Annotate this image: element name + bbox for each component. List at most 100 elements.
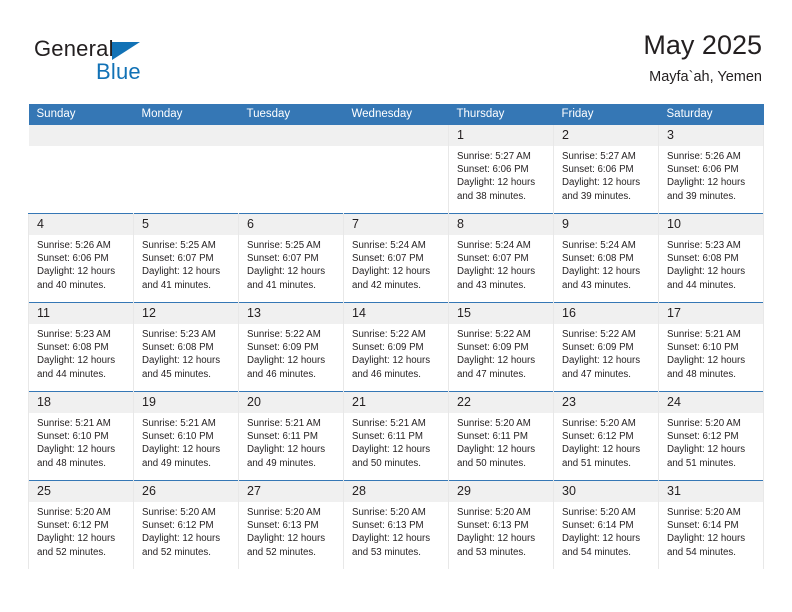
sunset-text: Sunset: 6:09 PM (457, 342, 529, 354)
sunrise-text: Sunrise: 5:26 AM (37, 240, 111, 251)
calendar-day-cell[interactable]: 8 Sunrise: 5:24 AM Sunset: 6:07 PM Daylight… (448, 213, 554, 303)
calendar-day-cell[interactable]: 23 Sunrise: 5:20 AM Sunset: 6:12 PM Dayligh… (553, 391, 659, 481)
day-sun-info: Sunrise: 5:20 AM Sunset: 6:14 PM Daylight:… (659, 502, 763, 559)
day-number: 28 (344, 481, 448, 502)
calendar-day-cell[interactable]: 4 Sunrise: 5:26 AM Sunset: 6:06 PM Daylight… (28, 213, 134, 303)
daylight-text: Daylight: 12 hours (457, 355, 536, 367)
calendar-day-cell[interactable]: 7 Sunrise: 5:24 AM Sunset: 6:07 PM Daylight… (343, 213, 449, 303)
sunset-text: Sunset: 6:11 PM (352, 431, 423, 443)
daylight-text: and 39 minutes. (562, 190, 631, 202)
day-sun-info: Sunrise: 5:25 AM Sunset: 6:07 PM Daylight:… (239, 235, 343, 292)
calendar-day-cell[interactable]: 14 Sunrise: 5:22 AM Sunset: 6:09 PM Dayligh… (343, 302, 449, 392)
day-sun-info: Sunrise: 5:22 AM Sunset: 6:09 PM Daylight:… (554, 324, 658, 381)
daylight-text: and 49 minutes. (247, 457, 316, 469)
sunset-text: Sunset: 6:08 PM (37, 342, 109, 354)
calendar-day-cell[interactable]: 2 Sunrise: 5:27 AM Sunset: 6:06 PM Daylight… (553, 125, 659, 214)
day-sun-info: Sunrise: 5:23 AM Sunset: 6:08 PM Daylight:… (29, 324, 133, 381)
weekday-header-friday: Friday (553, 104, 659, 125)
day-number (238, 125, 344, 146)
sunrise-text: Sunrise: 5:24 AM (352, 240, 426, 251)
sunrise-text: Sunrise: 5:27 AM (457, 151, 531, 162)
general-blue-logo[interactable]: General Blue (34, 36, 214, 92)
day-sun-info: Sunrise: 5:22 AM Sunset: 6:09 PM Daylight:… (239, 324, 343, 381)
sunset-text: Sunset: 6:07 PM (142, 253, 214, 265)
calendar-day-cell[interactable]: 12 Sunrise: 5:23 AM Sunset: 6:08 PM Dayligh… (133, 302, 239, 392)
sunset-text: Sunset: 6:14 PM (667, 520, 739, 532)
calendar-day-cell[interactable]: 1 Sunrise: 5:27 AM Sunset: 6:06 PM Daylight… (448, 125, 554, 214)
day-sun-info: Sunrise: 5:20 AM Sunset: 6:14 PM Daylight:… (554, 502, 658, 559)
calendar-day-cell[interactable]: 5 Sunrise: 5:25 AM Sunset: 6:07 PM Daylight… (133, 213, 239, 303)
day-sun-info: Sunrise: 5:20 AM Sunset: 6:12 PM Daylight:… (134, 502, 238, 559)
day-number: 15 (449, 303, 553, 324)
daylight-text: and 43 minutes. (562, 279, 631, 291)
calendar-day-cell[interactable]: 11 Sunrise: 5:23 AM Sunset: 6:08 PM Dayligh… (28, 302, 134, 392)
sunset-text: Sunset: 6:12 PM (37, 520, 109, 532)
calendar-week-row: 11 Sunrise: 5:23 AM Sunset: 6:08 PM Dayligh… (28, 302, 764, 392)
sunrise-text: Sunrise: 5:24 AM (457, 240, 531, 251)
calendar-day-cell[interactable]: 24 Sunrise: 5:20 AM Sunset: 6:12 PM Dayligh… (658, 391, 764, 481)
sunrise-text: Sunrise: 5:20 AM (667, 418, 741, 429)
calendar-day-cell[interactable]: 13 Sunrise: 5:22 AM Sunset: 6:09 PM Dayligh… (238, 302, 344, 392)
sunrise-text: Sunrise: 5:20 AM (562, 418, 636, 429)
calendar-day-cell[interactable]: 20 Sunrise: 5:21 AM Sunset: 6:11 PM Dayligh… (238, 391, 344, 481)
logo-word-blue: Blue (96, 59, 141, 84)
calendar-day-cell[interactable]: 26 Sunrise: 5:20 AM Sunset: 6:12 PM Dayligh… (133, 480, 239, 569)
daylight-text: and 46 minutes. (247, 368, 316, 380)
calendar-header-row: Sunday Monday Tuesday Wednesday Thursday… (28, 104, 764, 125)
sunset-text: Sunset: 6:13 PM (457, 520, 529, 532)
sunrise-text: Sunrise: 5:20 AM (37, 507, 111, 518)
calendar-day-cell[interactable]: 3 Sunrise: 5:26 AM Sunset: 6:06 PM Daylight… (658, 125, 764, 214)
calendar-day-cell[interactable]: 30 Sunrise: 5:20 AM Sunset: 6:14 PM Dayligh… (553, 480, 659, 569)
daylight-text: and 54 minutes. (562, 546, 631, 558)
weekday-header-wednesday: Wednesday (343, 104, 449, 125)
sunrise-text: Sunrise: 5:21 AM (247, 418, 321, 429)
calendar-day-cell[interactable]: 25 Sunrise: 5:20 AM Sunset: 6:12 PM Dayligh… (28, 480, 134, 569)
calendar-cell-empty (133, 125, 239, 214)
calendar-day-cell[interactable]: 18 Sunrise: 5:21 AM Sunset: 6:10 PM Dayligh… (28, 391, 134, 481)
calendar-day-cell[interactable]: 17 Sunrise: 5:21 AM Sunset: 6:10 PM Dayligh… (658, 302, 764, 392)
day-sun-info: Sunrise: 5:24 AM Sunset: 6:07 PM Daylight:… (344, 235, 448, 292)
calendar-day-cell[interactable]: 19 Sunrise: 5:21 AM Sunset: 6:10 PM Dayligh… (133, 391, 239, 481)
day-number: 26 (134, 481, 238, 502)
daylight-text: and 45 minutes. (142, 368, 211, 380)
daylight-text: and 53 minutes. (457, 546, 526, 558)
daylight-text: Daylight: 12 hours (247, 266, 326, 278)
daylight-text: Daylight: 12 hours (142, 533, 221, 545)
calendar-day-cell[interactable]: 16 Sunrise: 5:22 AM Sunset: 6:09 PM Dayligh… (553, 302, 659, 392)
daylight-text: and 42 minutes. (352, 279, 421, 291)
sunset-text: Sunset: 6:07 PM (352, 253, 424, 265)
calendar-day-cell[interactable]: 22 Sunrise: 5:20 AM Sunset: 6:11 PM Dayligh… (448, 391, 554, 481)
calendar-day-cell[interactable]: 31 Sunrise: 5:20 AM Sunset: 6:14 PM Dayligh… (658, 480, 764, 569)
day-number: 29 (449, 481, 553, 502)
sunset-text: Sunset: 6:13 PM (247, 520, 319, 532)
sunset-text: Sunset: 6:10 PM (37, 431, 109, 443)
calendar-day-cell[interactable]: 15 Sunrise: 5:22 AM Sunset: 6:09 PM Dayligh… (448, 302, 554, 392)
daylight-text: and 38 minutes. (457, 190, 526, 202)
sunset-text: Sunset: 6:08 PM (562, 253, 634, 265)
sunrise-text: Sunrise: 5:24 AM (562, 240, 636, 251)
daylight-text: Daylight: 12 hours (667, 355, 746, 367)
day-sun-info: Sunrise: 5:22 AM Sunset: 6:09 PM Daylight:… (344, 324, 448, 381)
sunrise-text: Sunrise: 5:23 AM (667, 240, 741, 251)
calendar-week-row: 25 Sunrise: 5:20 AM Sunset: 6:12 PM Dayligh… (28, 480, 764, 569)
triangle-icon (112, 42, 140, 60)
calendar-day-cell[interactable]: 28 Sunrise: 5:20 AM Sunset: 6:13 PM Dayligh… (343, 480, 449, 569)
calendar-day-cell[interactable]: 21 Sunrise: 5:21 AM Sunset: 6:11 PM Dayligh… (343, 391, 449, 481)
sunset-text: Sunset: 6:08 PM (667, 253, 739, 265)
day-sun-info: Sunrise: 5:20 AM Sunset: 6:11 PM Daylight:… (449, 413, 553, 470)
calendar-day-cell[interactable]: 27 Sunrise: 5:20 AM Sunset: 6:13 PM Dayligh… (238, 480, 344, 569)
daylight-text: Daylight: 12 hours (352, 533, 431, 545)
calendar-day-cell[interactable]: 6 Sunrise: 5:25 AM Sunset: 6:07 PM Daylight… (238, 213, 344, 303)
daylight-text: and 53 minutes. (352, 546, 421, 558)
day-number: 9 (554, 214, 658, 235)
calendar-day-cell[interactable]: 9 Sunrise: 5:24 AM Sunset: 6:08 PM Daylight… (553, 213, 659, 303)
sunset-text: Sunset: 6:12 PM (142, 520, 214, 532)
day-number: 10 (659, 214, 763, 235)
daylight-text: Daylight: 12 hours (667, 266, 746, 278)
daylight-text: and 50 minutes. (352, 457, 421, 469)
calendar-day-cell[interactable]: 10 Sunrise: 5:23 AM Sunset: 6:08 PM Dayligh… (658, 213, 764, 303)
day-number: 12 (134, 303, 238, 324)
daylight-text: Daylight: 12 hours (562, 177, 641, 189)
day-sun-info: Sunrise: 5:22 AM Sunset: 6:09 PM Daylight:… (449, 324, 553, 381)
calendar-day-cell[interactable]: 29 Sunrise: 5:20 AM Sunset: 6:13 PM Dayligh… (448, 480, 554, 569)
